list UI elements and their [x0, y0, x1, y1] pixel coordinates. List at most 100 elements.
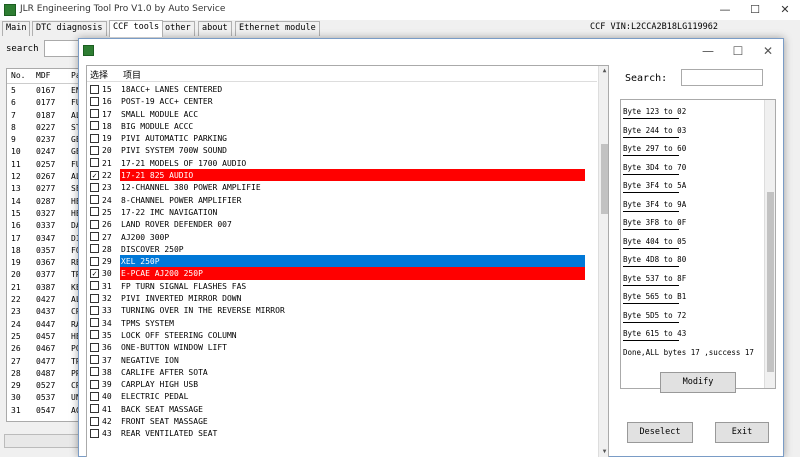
- grid-row[interactable]: 21 0387 KE: [7, 281, 83, 293]
- option-checkbox[interactable]: [90, 355, 99, 365]
- main-right-scroll[interactable]: [783, 40, 800, 430]
- grid-row[interactable]: 17 0347 DI: [7, 232, 83, 244]
- option-checkbox[interactable]: [90, 158, 99, 168]
- option-checkbox[interactable]: [90, 305, 99, 315]
- option-checkbox[interactable]: [90, 416, 99, 426]
- option-checkbox[interactable]: [90, 318, 99, 328]
- option-row[interactable]: 40 ELECTRIC PEDAL: [87, 390, 599, 402]
- option-checkbox[interactable]: [90, 293, 99, 303]
- grid-row[interactable]: 18 0357 FO: [7, 244, 83, 256]
- option-row[interactable]: 39 CARPLAY HIGH USB: [87, 378, 599, 390]
- grid-row[interactable]: 11 0257 FU: [7, 158, 83, 170]
- option-row[interactable]: 24 8-CHANNEL POWER AMPLIFIER: [87, 194, 599, 206]
- option-checkbox[interactable]: [90, 133, 99, 143]
- option-row[interactable]: 20 PIVI SYSTEM 700W SOUND: [87, 144, 599, 156]
- grid-row[interactable]: 5 0167 EN: [7, 84, 83, 96]
- grid-row[interactable]: 26 0467 PO: [7, 342, 83, 354]
- option-row[interactable]: 37 NEGATIVE ION: [87, 354, 599, 366]
- option-checkbox[interactable]: [90, 367, 99, 377]
- option-row[interactable]: 28 DISCOVER 250P: [87, 243, 599, 255]
- tab-other[interactable]: other: [161, 21, 195, 36]
- close-button[interactable]: ✕: [770, 0, 800, 20]
- option-row[interactable]: 34 TPMS SYSTEM: [87, 317, 599, 329]
- option-row[interactable]: 15 18ACC+ LANES CENTERED: [87, 83, 599, 95]
- option-row[interactable]: 42 FRONT SEAT MASSAGE: [87, 415, 599, 427]
- mdf-grid[interactable]: No. MDF Pa 5 0167 EN 6 0177 FU 7 0187 AL 8 0227 ST 9…: [6, 68, 84, 422]
- grid-row[interactable]: 23 0437 CR: [7, 305, 83, 317]
- grid-row[interactable]: 30 0537 UN: [7, 391, 83, 403]
- option-row[interactable]: ✓ 22 17-21 825 AUDIO: [87, 169, 599, 182]
- option-checkbox[interactable]: [90, 195, 99, 205]
- modify-button[interactable]: Modify: [660, 372, 736, 393]
- tab-about[interactable]: about: [198, 21, 232, 36]
- minimize-button[interactable]: —: [710, 0, 740, 20]
- option-checkbox[interactable]: [90, 330, 99, 340]
- dialog-search-input[interactable]: [681, 69, 763, 86]
- option-list-scrollbar[interactable]: ▲ ▼: [598, 66, 608, 457]
- tab-main[interactable]: Main: [2, 21, 31, 36]
- option-checkbox[interactable]: [90, 256, 99, 266]
- grid-row[interactable]: 27 0477 TR: [7, 355, 83, 367]
- grid-row[interactable]: 20 0377 TR: [7, 268, 83, 280]
- option-row[interactable]: 25 17-22 IMC NAVIGATION: [87, 206, 599, 218]
- grid-row[interactable]: 24 0447 RA: [7, 318, 83, 330]
- option-checkbox[interactable]: [90, 391, 99, 401]
- option-checkbox[interactable]: [90, 109, 99, 119]
- tab-dtc-diagnosis[interactable]: DTC diagnosis: [32, 21, 107, 36]
- grid-row[interactable]: 14 0287 HE: [7, 195, 83, 207]
- option-checkbox[interactable]: [90, 84, 99, 94]
- grid-row[interactable]: 31 0547 AC: [7, 404, 83, 416]
- option-checkbox[interactable]: [90, 379, 99, 389]
- scroll-thumb[interactable]: [601, 144, 608, 214]
- grid-row[interactable]: 15 0327 HE: [7, 207, 83, 219]
- option-row[interactable]: 23 12-CHANNEL 380 POWER AMPLIFIE: [87, 181, 599, 193]
- option-row[interactable]: 43 REAR VENTILATED SEAT: [87, 427, 599, 439]
- option-checkbox[interactable]: ✓: [90, 268, 99, 278]
- option-checkbox[interactable]: [90, 281, 99, 291]
- option-row[interactable]: ✓ 30 E-PCAE AJ200 250P: [87, 267, 599, 280]
- grid-row[interactable]: 29 0527 CR: [7, 379, 83, 391]
- grid-row[interactable]: 13 0277 SE: [7, 182, 83, 194]
- option-row[interactable]: 35 LOCK OFF STEERING COLUMN: [87, 329, 599, 341]
- option-row[interactable]: 17 SMALL MODULE ACC: [87, 108, 599, 120]
- option-row[interactable]: 18 BIG MODULE ACCC: [87, 120, 599, 132]
- option-row[interactable]: 41 BACK SEAT MASSAGE: [87, 403, 599, 415]
- option-row[interactable]: 31 FP TURN SIGNAL FLASHES FAS: [87, 280, 599, 292]
- tab-ethernet-module[interactable]: Ethernet module: [235, 21, 320, 36]
- option-row[interactable]: 32 PIVI INVERTED MIRROR DOWN: [87, 292, 599, 304]
- option-row[interactable]: 27 AJ200 300P: [87, 231, 599, 243]
- option-checkbox[interactable]: ✓: [90, 170, 99, 180]
- exit-button[interactable]: Exit: [715, 422, 769, 443]
- option-row[interactable]: 29 XEL 250P: [87, 255, 599, 268]
- dialog-close-button[interactable]: ✕: [753, 39, 783, 63]
- log-scroll-thumb[interactable]: [767, 192, 774, 372]
- option-row[interactable]: 21 17-21 MODELS OF 1700 AUDIO: [87, 157, 599, 169]
- scroll-up-icon[interactable]: ▲: [599, 66, 608, 76]
- option-row[interactable]: 38 CARLIFE AFTER SOTA: [87, 366, 599, 378]
- grid-row[interactable]: 12 0267 AL: [7, 170, 83, 182]
- grid-row[interactable]: 22 0427 AL: [7, 293, 83, 305]
- grid-row[interactable]: 28 0487 PR: [7, 367, 83, 379]
- result-log[interactable]: Byte 123 to 02 Byte 244 to 03 Byte 297 to …: [620, 99, 776, 389]
- option-row[interactable]: 26 LAND ROVER DEFENDER 007: [87, 218, 599, 230]
- maximize-button[interactable]: ☐: [740, 0, 770, 20]
- option-row[interactable]: 19 PIVI AUTOMATIC PARKING: [87, 132, 599, 144]
- grid-row[interactable]: 6 0177 FU: [7, 96, 83, 108]
- dialog-maximize-button[interactable]: ☐: [723, 39, 753, 63]
- option-checkbox[interactable]: [90, 182, 99, 192]
- log-scrollbar[interactable]: [764, 100, 775, 388]
- grid-row[interactable]: 10 0247 GE: [7, 145, 83, 157]
- dialog-minimize-button[interactable]: —: [693, 39, 723, 63]
- option-checkbox[interactable]: [90, 232, 99, 242]
- grid-row[interactable]: 7 0187 AL: [7, 109, 83, 121]
- option-checkbox[interactable]: [90, 428, 99, 438]
- option-checkbox[interactable]: [90, 404, 99, 414]
- option-checkbox[interactable]: [90, 96, 99, 106]
- scroll-down-icon[interactable]: ▼: [599, 447, 608, 457]
- option-checkbox[interactable]: [90, 342, 99, 352]
- grid-row[interactable]: 19 0367 RE: [7, 256, 83, 268]
- grid-row[interactable]: 25 0457 HE: [7, 330, 83, 342]
- option-checkbox[interactable]: [90, 207, 99, 217]
- grid-row[interactable]: 16 0337 DA: [7, 219, 83, 231]
- option-checkbox[interactable]: [90, 244, 99, 254]
